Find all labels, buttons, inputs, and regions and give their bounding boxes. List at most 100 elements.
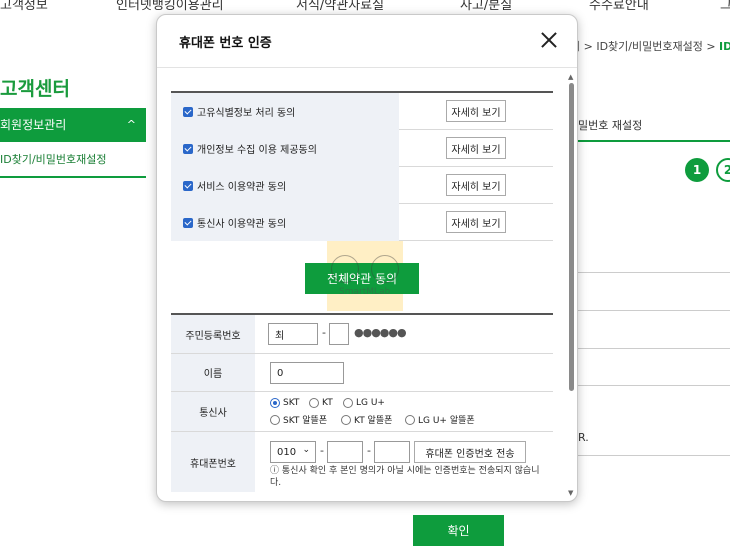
radio-icon [270, 414, 280, 425]
detail-button[interactable]: 자세히 보기 [446, 100, 506, 122]
separator: - [367, 444, 371, 457]
form-row-carrier: 통신사 SKT KT LG U+ SKT 알뜰폰 KT 알뜰폰 LG U+ 알뜰… [171, 392, 553, 432]
divider [578, 272, 730, 273]
watermark-circle-icon [371, 255, 399, 283]
modal-title: 휴대폰 번호 인증 [179, 36, 272, 51]
agreement-row: 서비스 이용약관 동의 자세히 보기 [171, 167, 553, 204]
tab-password-reset[interactable]: 밀번호 재설정 [578, 117, 642, 133]
form-row-rrn: 주민등록번호 최 - ●●●●●● [171, 315, 553, 354]
nav-item-5[interactable]: 수수료안내 [589, 0, 649, 13]
radio-label: KT [322, 398, 333, 408]
checkbox-checked-icon[interactable] [183, 143, 193, 154]
agreement-label-cell[interactable]: 서비스 이용약관 동의 [171, 167, 399, 204]
separator: - [320, 444, 324, 457]
chevron-up-icon: ^ [126, 118, 136, 131]
tab-underline [578, 140, 730, 142]
separator: - [322, 326, 326, 339]
detail-button[interactable]: 자세히 보기 [446, 211, 506, 233]
sidebar-item-member-info[interactable]: 회원정보관리 ^ [0, 108, 146, 142]
step-indicator-2: 2 [716, 158, 730, 182]
watermark-text: SmartMLab [339, 287, 391, 297]
agreement-label: 개인정보 수집 이용 제공동의 [197, 145, 317, 156]
divider [578, 310, 730, 311]
scroll-down-icon[interactable]: ▼ [568, 489, 573, 497]
phone-mid-input[interactable] [327, 441, 363, 463]
chevron-down-icon: ⌄ [302, 445, 310, 455]
breadcrumb: 리 > ID찾기/비밀번호재설정 > ID찾 [570, 38, 730, 54]
radio-selected-icon [270, 398, 280, 408]
confirm-button[interactable]: 확인 [413, 515, 504, 546]
phone-prefix-value: 010 [277, 446, 297, 458]
agreement-row: 고유식별정보 처리 동의 자세히 보기 [171, 93, 553, 130]
rrn-back-input[interactable] [329, 323, 349, 345]
agreement-label: 고유식별정보 처리 동의 [197, 108, 296, 119]
phone-last-input[interactable] [374, 441, 410, 463]
carrier-radio-lgu-mvno[interactable]: LG U+ 알뜰폰 [405, 413, 475, 426]
phone-prefix-select[interactable]: 010 ⌄ [270, 441, 316, 463]
radio-label: KT 알뜰폰 [354, 416, 393, 426]
name-label: 이름 [171, 354, 255, 391]
breadcrumb-path: 리 > ID찾기/비밀번호재설정 > [570, 40, 720, 53]
carrier-radio-skt[interactable]: SKT [270, 398, 299, 408]
nav-item-6[interactable]: 그 [720, 0, 730, 13]
watermark-circle-icon [331, 255, 359, 283]
info-icon: ⓘ [270, 466, 280, 476]
top-navigation: 고객정보 인터넷뱅킹이용관리 서식/약관자료실 사고/분실 수수료안내 그 [0, 0, 730, 14]
notice-message: 통신사 확인 후 본인 명의가 아닐 시에는 인증번호는 전송되지 않습니다. [270, 466, 540, 488]
agreement-row: 개인정보 수집 이용 제공동의 자세히 보기 [171, 130, 553, 167]
checkbox-checked-icon[interactable] [183, 106, 193, 117]
carrier-label: 통신사 [171, 392, 255, 431]
agreement-list: 고유식별정보 처리 동의 자세히 보기 개인정보 수집 이용 제공동의 자세히 … [171, 91, 553, 241]
form-row-name: 이름 0 [171, 354, 553, 392]
carrier-radio-skt-mvno[interactable]: SKT 알뜰폰 [270, 413, 327, 426]
radio-icon [405, 414, 415, 425]
radio-label: SKT [283, 398, 300, 408]
phone-verification-modal: 휴대폰 번호 인증 ▲ ▼ 고유식별정보 처리 동의 자세히 보기 개인정보 수… [156, 14, 578, 502]
step-indicator-1: 1 [685, 158, 709, 182]
detail-button[interactable]: 자세히 보기 [446, 137, 506, 159]
scroll-up-icon[interactable]: ▲ [568, 73, 573, 81]
name-input[interactable]: 0 [270, 362, 344, 384]
divider [157, 67, 577, 68]
agreement-label: 통신사 이용약관 동의 [197, 219, 287, 230]
agreement-label-cell[interactable]: 고유식별정보 처리 동의 [171, 93, 399, 130]
checkbox-checked-icon[interactable] [183, 180, 193, 191]
radio-icon [309, 398, 319, 408]
agreement-row: 통신사 이용약관 동의 자세히 보기 [171, 204, 553, 241]
agreement-label-cell[interactable]: 통신사 이용약관 동의 [171, 204, 399, 241]
phone-label: 휴대폰번호 [171, 432, 255, 492]
divider [578, 385, 730, 386]
rrn-mask: ●●●●●● [354, 326, 407, 339]
radio-icon [341, 414, 351, 425]
nav-item-3[interactable]: 서식/약관자료실 [296, 0, 384, 13]
carrier-radio-kt-mvno[interactable]: KT 알뜰폰 [341, 413, 392, 426]
nav-item-1[interactable]: 고객정보 [0, 0, 48, 13]
radio-label: LG U+ [356, 398, 385, 408]
sidebar-subitem-id-find[interactable]: ID찾기/비밀번호재설정 [0, 142, 146, 178]
radio-label: SKT 알뜰폰 [283, 416, 328, 426]
agreement-label: 서비스 이용약관 동의 [197, 182, 287, 193]
divider [578, 455, 730, 456]
verification-form: 주민등록번호 최 - ●●●●●● 이름 0 통신사 SKT KT LG U+ … [171, 313, 553, 501]
scrollbar-thumb[interactable] [569, 83, 574, 391]
checkbox-checked-icon[interactable] [183, 217, 193, 228]
form-row-phone: 휴대폰번호 010 ⌄ - - 휴대폰 인증번호 전송 ⓘ 통신사 확인 후 본… [171, 432, 553, 492]
carrier-radio-lgu[interactable]: LG U+ [343, 398, 385, 408]
divider [578, 348, 730, 349]
rrn-label: 주민등록번호 [171, 315, 255, 353]
breadcrumb-current: ID찾 [719, 40, 730, 53]
close-icon[interactable] [538, 29, 560, 51]
sidebar-item-label: 회원정보관리 [0, 118, 67, 132]
background-text: R. [578, 431, 589, 444]
page-title: 고객센터 [0, 78, 70, 100]
carrier-radio-kt[interactable]: KT [309, 398, 333, 408]
radio-label: LG U+ 알뜰폰 [418, 416, 475, 426]
rrn-front-input[interactable]: 최 [268, 323, 318, 345]
nav-item-4[interactable]: 사고/분실 [460, 0, 512, 13]
notice-text: ⓘ 통신사 확인 후 본인 명의가 아닐 시에는 인증번호는 전송되지 않습니다… [270, 465, 542, 489]
radio-icon [343, 398, 353, 408]
agreement-label-cell[interactable]: 개인정보 수집 이용 제공동의 [171, 130, 399, 167]
nav-item-2[interactable]: 인터넷뱅킹이용관리 [116, 0, 224, 13]
detail-button[interactable]: 자세히 보기 [446, 174, 506, 196]
send-code-button[interactable]: 휴대폰 인증번호 전송 [414, 441, 526, 463]
